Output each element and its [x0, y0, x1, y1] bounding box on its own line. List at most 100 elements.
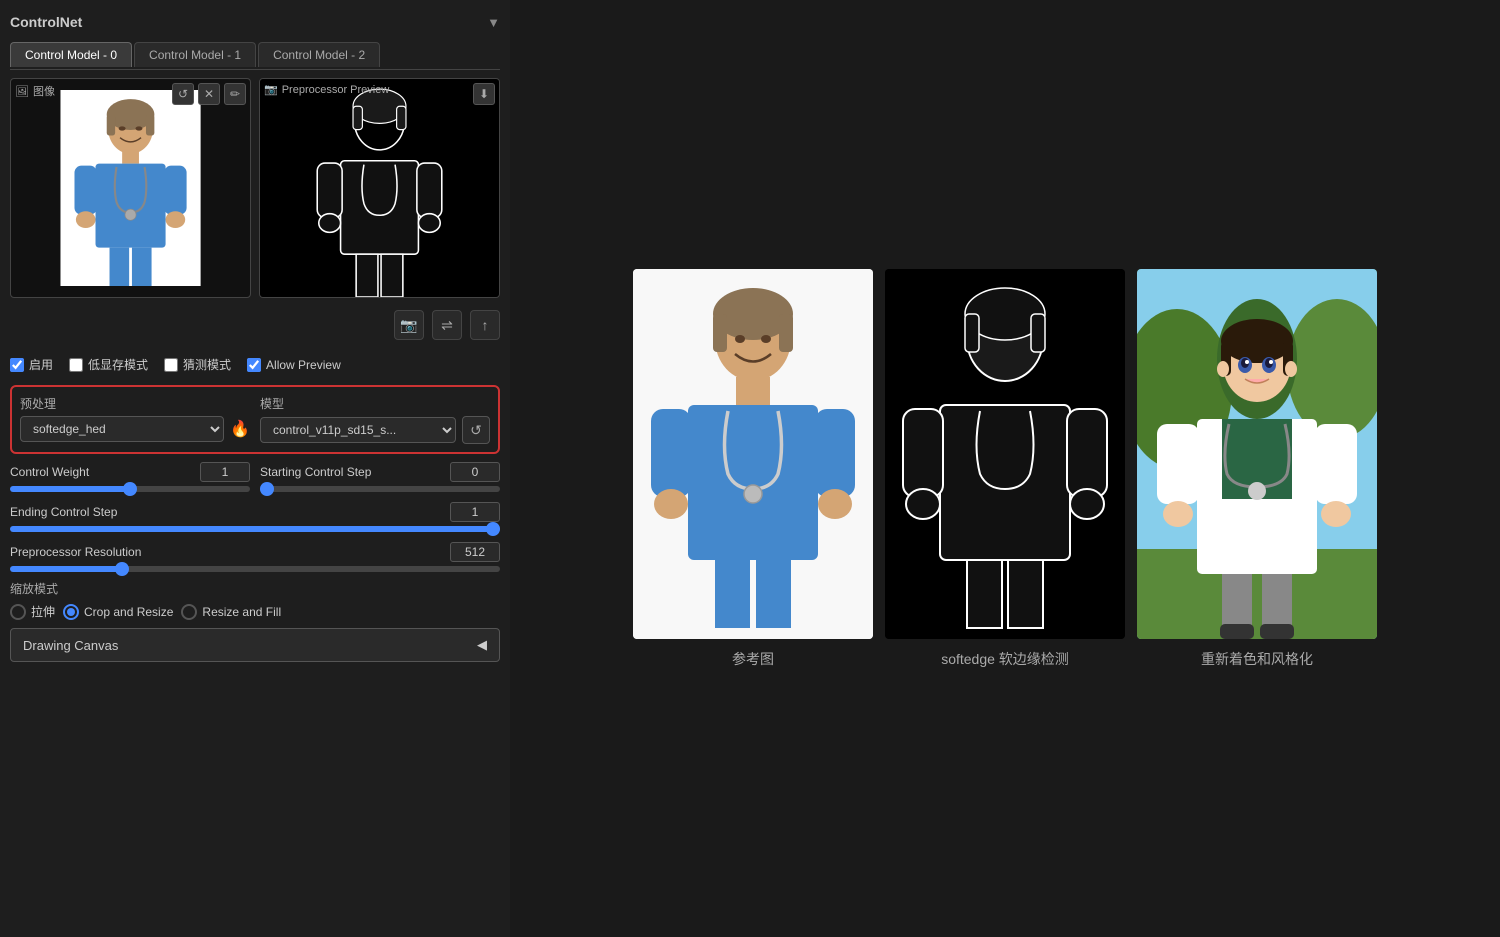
- radio-stretch[interactable]: 拉伸: [10, 603, 55, 620]
- radio-resize-fill[interactable]: Resize and Fill: [181, 604, 281, 620]
- ending-step-value[interactable]: 1: [450, 502, 500, 522]
- guess-input[interactable]: [164, 358, 178, 372]
- control-weight-row: Control Weight 1: [10, 462, 250, 492]
- radio-crop-resize-label: Crop and Resize: [84, 605, 173, 619]
- preprocessor-controls: ⬇: [473, 83, 495, 105]
- starting-step-label: Starting Control Step: [260, 465, 371, 479]
- ending-step-label: Ending Control Step: [10, 505, 117, 519]
- ending-step-row: Ending Control Step 1: [10, 502, 500, 532]
- edit-image-btn[interactable]: ✏: [224, 83, 246, 105]
- starting-step-value[interactable]: 0: [450, 462, 500, 482]
- radio-stretch-circle: [10, 604, 26, 620]
- fire-icon: 🔥: [230, 419, 250, 439]
- ending-step-header: Ending Control Step 1: [10, 502, 500, 522]
- preview-row: 🖼 图像 ↺ ✕ ✏: [10, 78, 500, 298]
- zoom-mode-section: 缩放模式 拉伸 Crop and Resize Resize and Fill: [10, 580, 500, 620]
- gallery-caption-2: 重新着色和风格化: [1201, 649, 1313, 669]
- preprocessor-group: 预处理 softedge_hed 🔥: [20, 395, 250, 444]
- starting-step-row: Starting Control Step 0: [260, 462, 500, 492]
- gallery-caption-0: 参考图: [732, 649, 774, 669]
- left-panel: ControlNet ▼ Control Model - 0 Control M…: [0, 0, 510, 937]
- zoom-mode-label: 缩放模式: [10, 580, 500, 597]
- options-row: 启用 低显存模式 猜测模式 Allow Preview: [10, 352, 500, 377]
- starting-step-header: Starting Control Step 0: [260, 462, 500, 482]
- control-weight-value[interactable]: 1: [200, 462, 250, 482]
- model-select[interactable]: control_v11p_sd15_s...: [260, 417, 456, 443]
- guess-checkbox[interactable]: 猜测模式: [164, 356, 231, 373]
- model-refresh-btn[interactable]: ↺: [462, 416, 490, 444]
- gallery-image-2: [1137, 269, 1377, 639]
- radio-resize-fill-circle: [181, 604, 197, 620]
- preprocessor-label-icon: 📷: [264, 83, 278, 96]
- input-image-box: 🖼 图像 ↺ ✕ ✏: [10, 78, 251, 298]
- ending-step-slider[interactable]: [10, 526, 500, 532]
- preprocessor-res-slider[interactable]: [10, 566, 500, 572]
- preprocessor-select-row: softedge_hed 🔥: [20, 416, 250, 442]
- nurse-svg: [23, 90, 238, 286]
- starting-step-slider[interactable]: [260, 486, 500, 492]
- tab-control-model-0[interactable]: Control Model - 0: [10, 42, 132, 67]
- enable-input[interactable]: [10, 358, 24, 372]
- preview-svg: [260, 79, 499, 297]
- close-image-btn[interactable]: ✕: [198, 83, 220, 105]
- low-mem-checkbox[interactable]: 低显存模式: [69, 356, 148, 373]
- image-icon: 🖼: [15, 85, 29, 98]
- gallery-item-0: 参考图: [633, 269, 873, 669]
- tab-control-model-1[interactable]: Control Model - 1: [134, 42, 256, 67]
- download-preview-btn[interactable]: ⬇: [473, 83, 495, 105]
- gallery-caption-1: softedge 软边缘检测: [941, 649, 1069, 669]
- drawing-canvas-icon: ◀: [477, 637, 487, 653]
- allow-preview-checkbox[interactable]: Allow Preview: [247, 358, 341, 372]
- radio-stretch-label: 拉伸: [31, 603, 55, 620]
- model-row: 预处理 softedge_hed 🔥 模型 control_v11p_sd15_…: [10, 385, 500, 454]
- panel-collapse-icon[interactable]: ▼: [487, 15, 500, 30]
- gallery-image-0: [633, 269, 873, 639]
- panel-title: ControlNet: [10, 14, 82, 30]
- gallery-item-1: softedge 软边缘检测: [885, 269, 1125, 669]
- swap-btn[interactable]: ⇌: [432, 310, 462, 340]
- gallery-item-2: 重新着色和风格化: [1137, 269, 1377, 669]
- gallery-svg-1: [885, 269, 1125, 639]
- control-weight-slider[interactable]: [10, 486, 250, 492]
- tabs: Control Model - 0 Control Model - 1 Cont…: [10, 42, 500, 70]
- nurse-photo: [11, 79, 250, 297]
- radio-crop-resize[interactable]: Crop and Resize: [63, 604, 173, 620]
- control-weight-label: Control Weight: [10, 465, 89, 479]
- slider-section: Control Weight 1 Starting Control Step 0…: [10, 462, 500, 572]
- gallery-image-1: [885, 269, 1125, 639]
- model-row-inner: 预处理 softedge_hed 🔥 模型 control_v11p_sd15_…: [20, 395, 490, 444]
- two-col-sliders: Control Weight 1 Starting Control Step 0: [10, 462, 500, 492]
- control-weight-header: Control Weight 1: [10, 462, 250, 482]
- image-box-controls: ↺ ✕ ✏: [172, 83, 246, 105]
- model-group-label: 模型: [260, 395, 490, 412]
- gallery-svg-2: [1137, 269, 1377, 639]
- preprocessor-label: 📷 Preprocessor Preview: [264, 83, 389, 96]
- preprocessor-res-value[interactable]: 512: [450, 542, 500, 562]
- camera-btn[interactable]: 📷: [394, 310, 424, 340]
- preprocessor-label-text: Preprocessor Preview: [282, 84, 390, 96]
- preprocessor-res-label: Preprocessor Resolution: [10, 545, 141, 559]
- preprocessor-preview-image: [260, 79, 499, 297]
- image-box-label: 🖼 图像: [15, 83, 55, 99]
- upload-btn[interactable]: ↑: [470, 310, 500, 340]
- radio-resize-fill-label: Resize and Fill: [202, 605, 281, 619]
- image-label-text: 图像: [33, 83, 55, 99]
- allow-preview-input[interactable]: [247, 358, 261, 372]
- enable-checkbox[interactable]: 启用: [10, 356, 53, 373]
- gallery: 参考图: [633, 269, 1377, 669]
- preprocessor-group-label: 预处理: [20, 395, 250, 412]
- radio-crop-resize-circle: [63, 604, 79, 620]
- preprocessor-select[interactable]: softedge_hed: [20, 416, 224, 442]
- drawing-canvas-row[interactable]: Drawing Canvas ◀: [10, 628, 500, 662]
- zoom-mode-options: 拉伸 Crop and Resize Resize and Fill: [10, 603, 500, 620]
- right-panel: 参考图: [510, 0, 1500, 937]
- tab-control-model-2[interactable]: Control Model - 2: [258, 42, 380, 67]
- preprocessor-preview-box: 📷 Preprocessor Preview ⬇: [259, 78, 500, 298]
- refresh-image-btn[interactable]: ↺: [172, 83, 194, 105]
- drawing-canvas-label: Drawing Canvas: [23, 638, 118, 653]
- gallery-svg-0: [633, 269, 873, 639]
- preprocessor-res-header: Preprocessor Resolution 512: [10, 542, 500, 562]
- toolbar-row: 📷 ⇌ ↑: [10, 306, 500, 344]
- low-mem-input[interactable]: [69, 358, 83, 372]
- panel-header: ControlNet ▼: [10, 10, 500, 34]
